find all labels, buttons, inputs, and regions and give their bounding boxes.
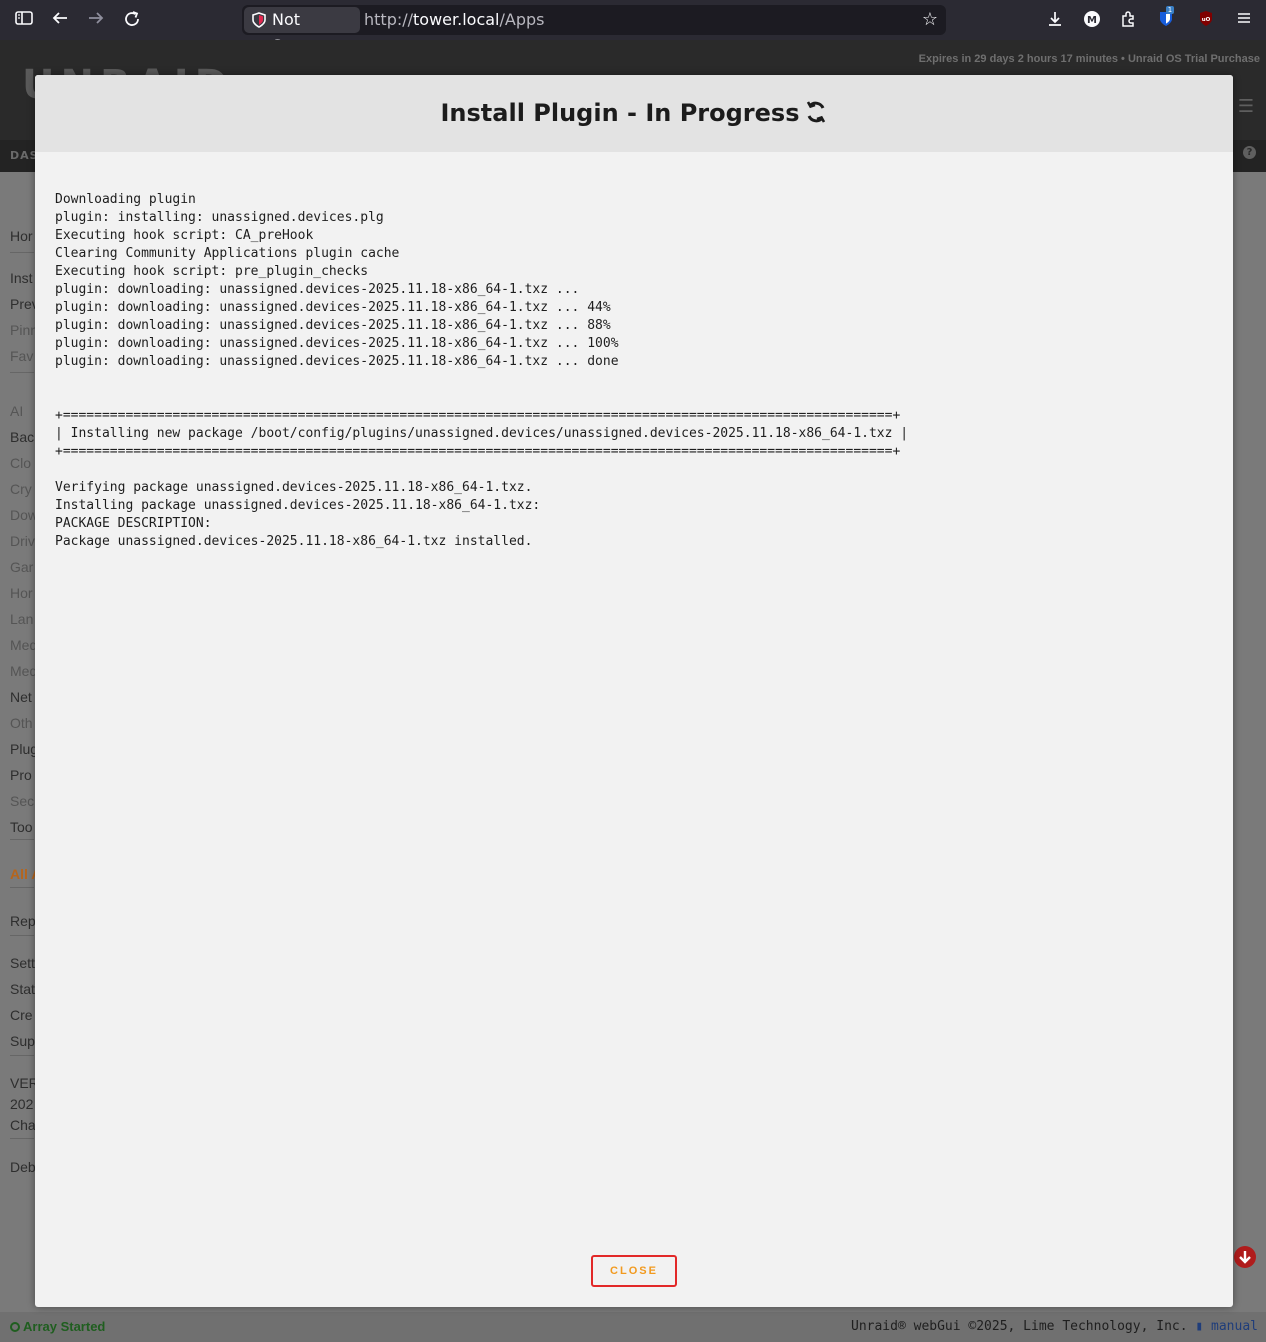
sidebar-item[interactable]: Driv [10,533,35,549]
sidebar-item[interactable]: Bac [10,429,34,445]
bookmark-star-icon[interactable]: ☆ [920,9,940,31]
sidebar-item[interactable]: Med [10,663,37,679]
page-menu-icon[interactable]: ☰ [1238,96,1254,117]
status-ring-icon [10,1322,20,1332]
svg-text:uO: uO [1202,17,1211,23]
sidebar-item[interactable]: Net [10,689,32,705]
url-text[interactable]: http://tower.local/Apps [364,5,544,35]
sidebar-item[interactable]: Gar [10,559,33,575]
footer-copyright: Unraid® webGui ©2025, Lime Technology, I… [851,1319,1258,1334]
log-line: Clearing Community Applications plugin c… [55,246,400,261]
url-scheme: http:// [364,10,414,29]
address-bar[interactable]: Not Secure http://tower.local/Apps ☆ [242,5,946,55]
log-line: plugin: downloading: unassigned.devices-… [55,318,611,333]
manual-label: manual [1211,1319,1258,1334]
log-line: Downloading plugin [55,192,196,207]
url-host: tower.local [413,10,500,29]
log-line: plugin: downloading: unassigned.devices-… [55,300,611,315]
sidebar-item[interactable]: Sup [10,1033,35,1049]
sidebar-item[interactable]: Cry [10,481,32,497]
sidebar-item[interactable]: Stat [10,981,35,997]
help-icon[interactable]: ? [1243,146,1256,159]
sidebar-divider [10,887,34,888]
array-status: Array Started [10,1319,105,1334]
apps-sidebar: Hor Inst Prev Pinn Fav AI Bac Clo Cry Dow Driv Gar H… [0,172,41,1302]
sidebar-item[interactable]: Sett [10,955,35,971]
sidebar-item[interactable]: Oth [10,715,33,731]
dialog-title-text: Install Plugin - In Progress [440,99,800,127]
sidebar-item[interactable]: 202 [10,1096,33,1112]
log-line: +=======================================… [55,408,901,423]
sidebar-divider [10,1138,34,1139]
downloads-icon[interactable] [1045,10,1065,30]
sidebar-item[interactable]: Rep [10,913,36,929]
ublock-icon[interactable]: uO [1196,10,1216,30]
sidebar-item[interactable]: Cre [10,1007,33,1023]
extensions-icon[interactable] [1118,10,1138,30]
status-bar: Array Started Unraid® webGui ©2025, Lime… [0,1312,1266,1342]
log-line: PACKAGE DESCRIPTION: [55,516,212,531]
sidebar-item[interactable]: Fav [10,348,33,364]
dialog-header: Install Plugin - In Progress [35,75,1233,152]
extension-badge: 1 [1166,6,1174,14]
sidebar-item[interactable]: Inst [10,270,33,286]
sidebar-item[interactable]: Too [10,819,33,835]
svg-text:M: M [1087,15,1097,26]
array-status-text: Array Started [23,1319,106,1334]
sidebar-item[interactable]: Plug [10,741,38,757]
account-m-icon[interactable]: M [1082,10,1102,30]
sidebar-item[interactable]: Clo [10,455,31,471]
log-line: | Installing new package /boot/config/pl… [55,426,909,441]
sidebar-divider [10,252,34,253]
copyright-text: Unraid® webGui ©2025, Lime Technology, I… [851,1319,1188,1334]
book-icon: ▮ [1195,1319,1204,1334]
log-line: plugin: installing: unassigned.devices.p… [55,210,384,225]
scroll-down-icon[interactable] [1234,1246,1256,1268]
back-arrow-icon[interactable] [50,10,70,30]
sidebar-divider [10,372,34,373]
close-button[interactable]: CLOSE [591,1255,677,1287]
install-plugin-dialog: Install Plugin - In Progress Downloading… [35,75,1233,1307]
sidebar-item[interactable]: Deb [10,1159,36,1175]
log-line: Verifying package unassigned.devices-202… [55,480,533,495]
dialog-title: Install Plugin - In Progress [35,99,1233,127]
log-line: Package unassigned.devices-2025.11.18-x8… [55,534,533,549]
log-line: Installing package unassigned.devices-20… [55,498,541,513]
sidebar-item[interactable]: Dow [10,507,38,523]
log-line: plugin: downloading: unassigned.devices-… [55,354,619,369]
log-line: plugin: downloading: unassigned.devices-… [55,282,580,297]
sidebar-divider [10,839,34,840]
log-line: Executing hook script: CA_preHook [55,228,314,243]
sidebar-item[interactable]: Sec [10,793,34,809]
trial-notice: Expires in 29 days 2 hours 17 minutes • … [918,53,1260,65]
sidebar-item[interactable]: Pro [10,767,32,783]
sidebar-item[interactable]: Pinn [10,322,38,338]
sidebar-item[interactable]: Lan [10,611,33,627]
url-path: /Apps [499,10,545,29]
sidebar-toggle-icon[interactable] [14,10,34,30]
sidebar-divider [10,1055,34,1056]
sidebar-item[interactable]: Cha [10,1117,36,1133]
forward-arrow-icon[interactable] [86,10,106,30]
browser-toolbar: Not Secure http://tower.local/Apps ☆ M 1… [0,0,1266,55]
sidebar-item[interactable]: AI [10,403,23,419]
log-line: Executing hook script: pre_plugin_checks [55,264,369,279]
install-log: Downloading plugin plugin: installing: un… [55,191,1215,551]
sidebar-item[interactable]: Hor [10,585,33,601]
log-line: plugin: downloading: unassigned.devices-… [55,336,619,351]
sidebar-item[interactable]: Med [10,637,37,653]
reload-icon[interactable] [122,10,142,30]
app-menu-icon[interactable] [1234,10,1254,30]
sidebar-item[interactable]: Hor [10,228,33,244]
spinner-refresh-icon [804,100,828,124]
manual-link[interactable]: ▮ manual [1195,1319,1258,1334]
security-indicator[interactable]: Not Secure [244,7,360,55]
sidebar-divider [10,935,34,936]
log-line: +=======================================… [55,444,901,459]
shield-icon [252,12,266,28]
